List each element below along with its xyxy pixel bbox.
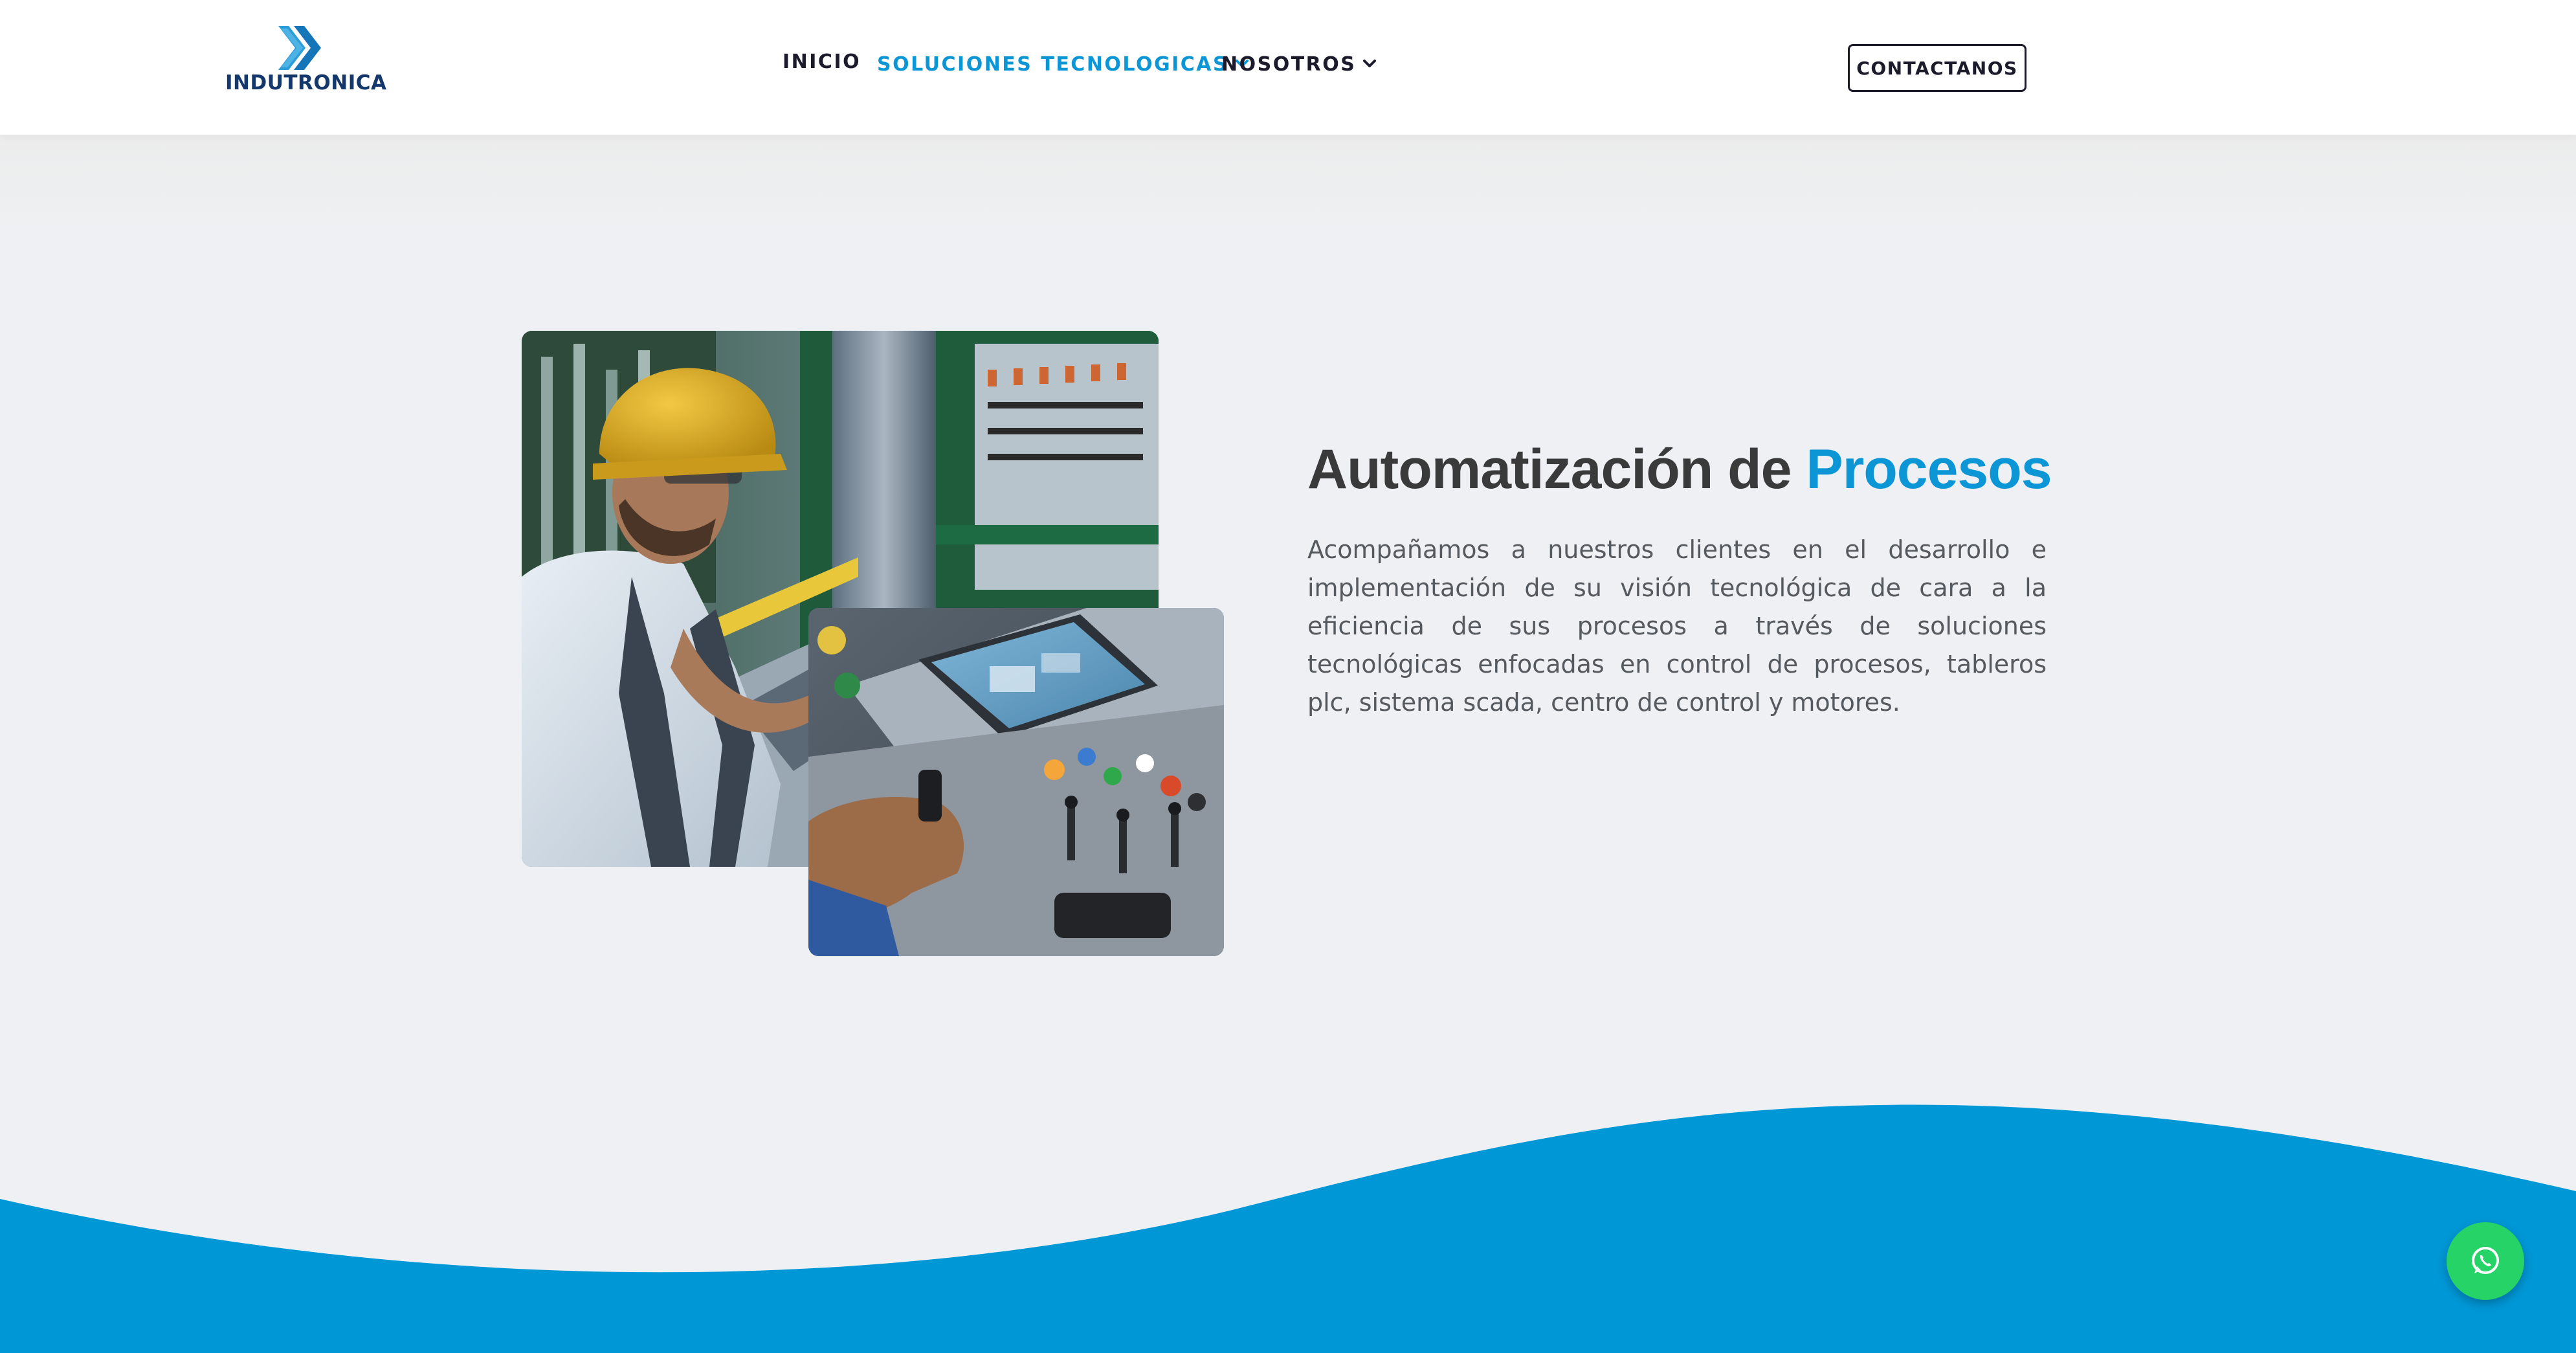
- section-title-accent: Procesos: [1806, 438, 2052, 500]
- nav-item-label: INICIO: [783, 50, 861, 73]
- blue-wave-divider: [0, 1104, 2576, 1353]
- whatsapp-button[interactable]: [2447, 1222, 2524, 1300]
- nav-item-nosotros[interactable]: NOSOTROS: [1221, 53, 1377, 76]
- chevron-down-icon: [1363, 59, 1377, 67]
- main-nav: INICIO SOLUCIONES TECNOLOGICAS NOSOTROS: [0, 50, 2576, 82]
- site-header: INDUTRONICA INICIO SOLUCIONES TECNOLOGIC…: [0, 0, 2576, 135]
- contactanos-button[interactable]: CONTACTANOS: [1848, 44, 2026, 92]
- section-title-main: Automatización de: [1307, 438, 1806, 500]
- section-description: Acompañamos a nuestros clientes en el de…: [1307, 535, 2047, 717]
- control-panel-joystick-photo: [808, 608, 1224, 956]
- whatsapp-icon: [2472, 1247, 2499, 1274]
- nav-item-soluciones-tecnologicas[interactable]: SOLUCIONES TECNOLOGICAS: [877, 53, 1249, 76]
- nav-item-inicio[interactable]: INICIO: [783, 50, 861, 73]
- nav-item-label: NOSOTROS: [1221, 53, 1357, 76]
- nav-item-label: SOLUCIONES TECNOLOGICAS: [877, 53, 1229, 76]
- header-shadow-band: [0, 135, 2576, 225]
- section-title: Automatización de Procesos: [1307, 438, 2052, 502]
